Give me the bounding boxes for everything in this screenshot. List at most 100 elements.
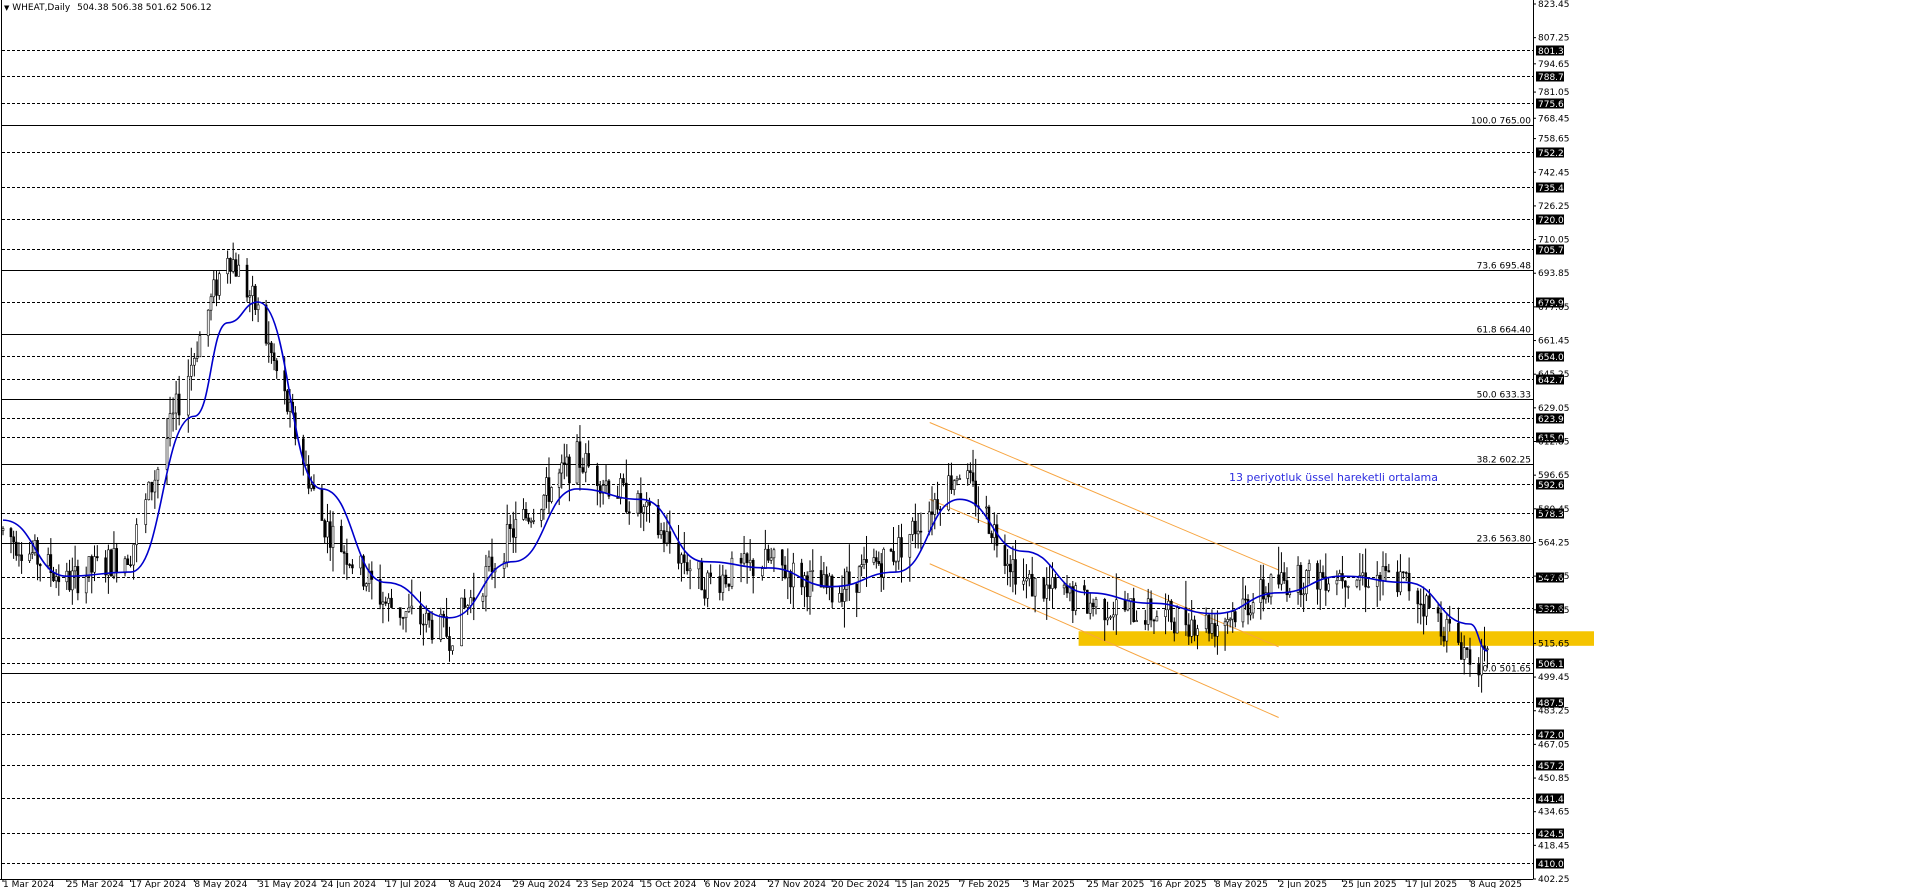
candle-body (12, 536, 15, 543)
candle-body (604, 480, 608, 486)
candle-body (174, 393, 178, 414)
candle-body (1327, 583, 1330, 591)
y-tick-label: 781.05 (1538, 88, 1570, 98)
candle-body (739, 557, 743, 564)
candle-body (557, 472, 561, 488)
candle-body (645, 501, 648, 507)
candle-body (636, 493, 640, 514)
candle-body (1207, 614, 1211, 634)
candle-body (562, 462, 566, 465)
candle-body (215, 279, 218, 296)
candle-body (656, 505, 660, 536)
candle-body (1381, 566, 1385, 582)
candle-body (264, 304, 268, 344)
candle-body (808, 571, 812, 597)
candle-body (129, 564, 132, 567)
candle-body (838, 593, 841, 603)
candle-body (150, 481, 154, 493)
candle-body (107, 549, 110, 576)
candle-body (950, 475, 953, 490)
symbol-menu-icon[interactable]: ▼ (4, 4, 9, 12)
candle-body (889, 548, 893, 552)
candle-body (683, 554, 686, 563)
candle-body (764, 548, 767, 569)
candle-body (1175, 607, 1179, 634)
candle-body (803, 575, 806, 588)
candle-body (527, 517, 530, 522)
candle-body (1445, 619, 1449, 642)
candle-body (345, 553, 349, 565)
candle-body (930, 511, 934, 515)
x-tick-label: 17 Jul 2024 (386, 880, 437, 888)
candle-body (1226, 619, 1229, 623)
candle-body (1249, 612, 1252, 616)
candle-body (1028, 573, 1031, 580)
candle-body (245, 264, 249, 298)
candle-body (927, 511, 931, 533)
candle-body (52, 572, 55, 582)
price-level-label: 720.05 (1538, 216, 1570, 226)
candle-body (1280, 572, 1283, 585)
candle-body (642, 506, 646, 513)
candle-body (514, 519, 518, 538)
candle-body (625, 482, 628, 513)
candle-body (532, 520, 535, 522)
candle-body (1439, 612, 1443, 637)
candle-body (326, 521, 329, 538)
x-tick-label: 1 Mar 2024 (3, 880, 55, 888)
candle-body (540, 509, 543, 521)
candle-body (1404, 572, 1408, 574)
x-tick-label: 25 Mar 2025 (1087, 880, 1144, 888)
candle-body (578, 441, 582, 468)
candle-body (665, 531, 669, 544)
candle-body (709, 572, 712, 577)
x-tick-label: 8 May 2024 (194, 880, 247, 888)
candle-body (919, 530, 923, 533)
candle-body (688, 568, 692, 572)
candle-body (668, 531, 672, 543)
candle-body (524, 509, 528, 519)
candle-body (84, 576, 88, 594)
candle-body (1387, 570, 1391, 573)
candle-body (761, 568, 764, 577)
candle-body (153, 479, 157, 493)
y-tick-label: 645.25 (1538, 370, 1570, 380)
price-level-label: 788.75 (1538, 73, 1570, 83)
candle-body (969, 470, 972, 474)
price-level-label: 410.00 (1538, 860, 1570, 870)
candle-body (448, 636, 451, 651)
candle-body (206, 309, 210, 337)
candle-body (1262, 579, 1265, 600)
y-tick-label: 483.25 (1538, 707, 1570, 717)
candle-body (1335, 580, 1339, 585)
candle-body (1126, 600, 1130, 611)
candle-body (126, 558, 130, 566)
candle-body (275, 360, 279, 372)
candle-body (1231, 611, 1235, 620)
x-tick-label: 24 Jun 2024 (322, 880, 376, 888)
candle-body (1135, 620, 1138, 623)
candle-body (1042, 578, 1046, 599)
candle-body (1448, 619, 1452, 624)
x-tick-label: 3 Mar 2025 (1024, 880, 1075, 888)
candle-body (745, 553, 749, 564)
candle-body (71, 570, 74, 591)
candle-body (892, 550, 895, 562)
candle-body (1216, 625, 1219, 637)
candle-body (966, 470, 970, 479)
candle-body (958, 478, 962, 480)
candle-body (1109, 616, 1112, 619)
y-tick-label: 418.45 (1538, 841, 1570, 851)
candle-body (1204, 614, 1208, 630)
candle-body (639, 493, 643, 513)
candle-body (1425, 595, 1428, 617)
y-tick-label: 548.05 (1538, 572, 1570, 582)
candle-body (1228, 618, 1232, 621)
candle-body (911, 520, 914, 535)
candle-body (1259, 579, 1263, 603)
y-tick-label: 596.65 (1538, 471, 1570, 481)
ema-annotation: 13 periyotluk üssel hareketli ortalama (1229, 471, 1439, 484)
price-chart[interactable]: 801.30 788.75 775.65 752.20 735.45 720.05 705.… (0, 0, 1916, 888)
candle-body (340, 525, 343, 553)
candle-body (445, 616, 448, 637)
